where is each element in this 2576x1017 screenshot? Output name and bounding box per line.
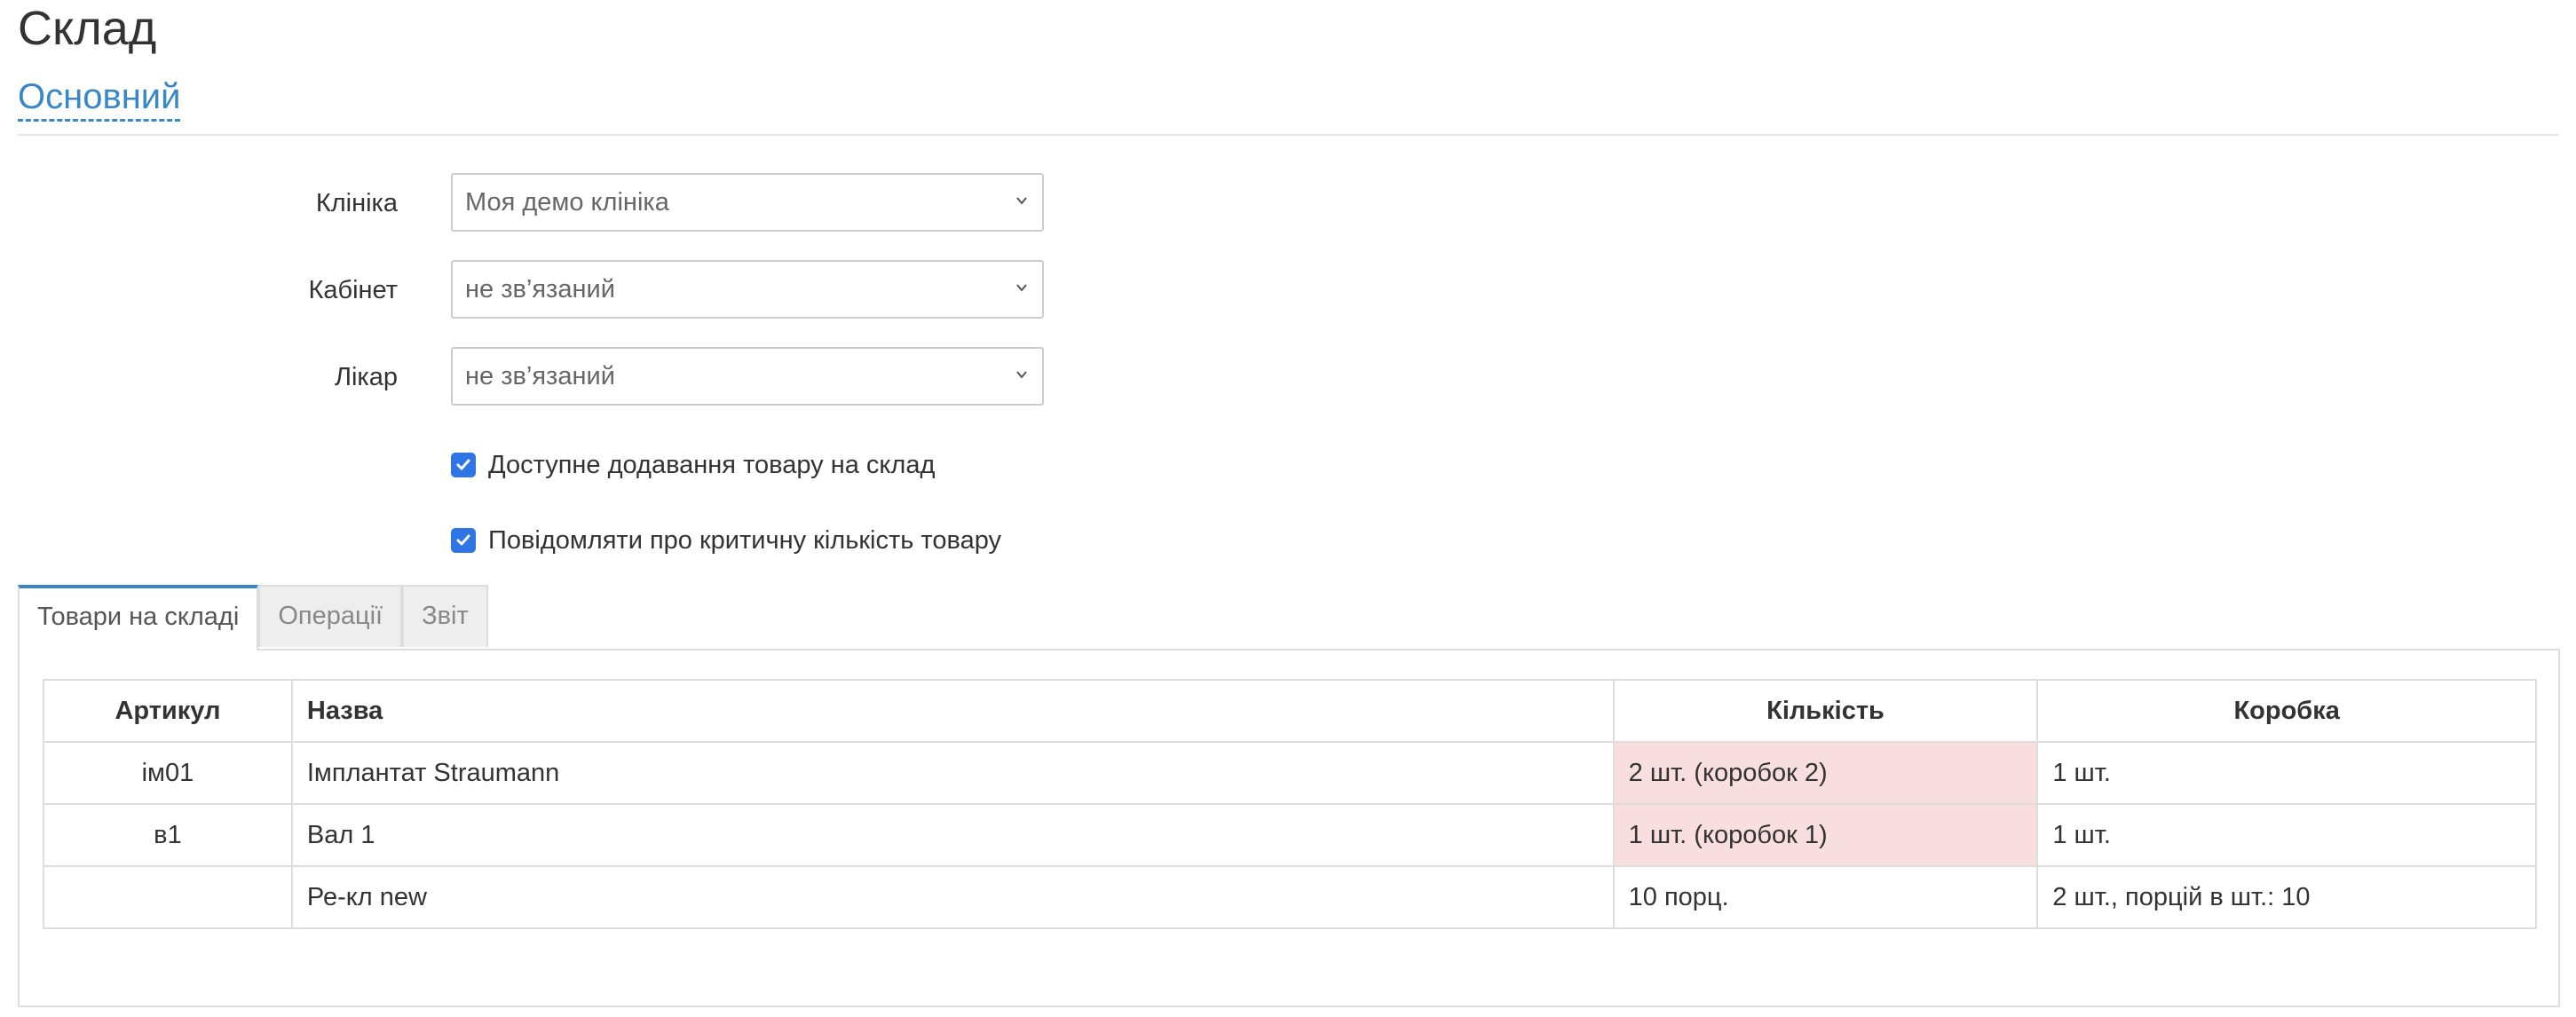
- tab-report[interactable]: Звіт: [402, 585, 488, 647]
- table-row[interactable]: Ре-кл new 10 порц. 2 шт., порцій в шт.: …: [43, 865, 2537, 929]
- notify-critical-checkbox-row[interactable]: Повідомляти про критичну кількість товар…: [451, 523, 1001, 558]
- table-row[interactable]: ім01 Імплантат Straumann 2 шт. (коробок …: [43, 741, 2537, 805]
- tab-goods-in-stock[interactable]: Товари на складі: [18, 585, 259, 650]
- tab-panel-goods: Артикул Назва Кількість Коробка ім01 Імп…: [18, 649, 2560, 1007]
- header-sku[interactable]: Артикул: [43, 679, 293, 743]
- header-qty[interactable]: Кількість: [1612, 679, 2039, 743]
- header-name[interactable]: Назва: [290, 679, 1615, 743]
- table-header-row: Артикул Назва Кількість Коробка: [43, 679, 2537, 743]
- warehouse-page: Склад Основний Клініка Моя демо клініка …: [0, 0, 2576, 1017]
- cabinet-select[interactable]: не зв’язаний: [451, 260, 1044, 319]
- cell-qty: 2 шт. (коробок 2): [1612, 741, 2039, 805]
- chevron-down-icon: [1016, 371, 1027, 379]
- cell-name: Ре-кл new: [290, 865, 1615, 929]
- clinic-label: Клініка: [315, 189, 398, 217]
- cell-box: 1 шт.: [2036, 741, 2537, 805]
- tab-bar: Товари на складі Операції Звіт: [18, 585, 488, 650]
- doctor-select-value: не зв’язаний: [465, 362, 615, 390]
- cell-name: Вал 1: [290, 803, 1615, 867]
- cell-box: 2 шт., порцій в шт.: 10: [2036, 865, 2537, 929]
- form-row-cabinet: Кабінет не зв’язаний: [0, 260, 1065, 320]
- header-box[interactable]: Коробка: [2036, 679, 2537, 743]
- doctor-label: Лікар: [334, 363, 398, 391]
- cell-name: Імплантат Straumann: [290, 741, 1615, 805]
- form-row-doctor: Лікар не зв’язаний: [0, 347, 1065, 407]
- allow-add-checkbox-row[interactable]: Доступне додавання товару на склад: [451, 447, 935, 483]
- table-row[interactable]: в1 Вал 1 1 шт. (коробок 1) 1 шт.: [43, 803, 2537, 867]
- notify-critical-label: Повідомляти про критичну кількість товар…: [488, 525, 1002, 555]
- inventory-table: Артикул Назва Кількість Коробка ім01 Імп…: [43, 679, 2537, 929]
- doctor-select[interactable]: не зв’язаний: [451, 347, 1044, 406]
- section-divider: [18, 134, 2558, 136]
- cell-sku: [43, 865, 293, 929]
- clinic-select-value: Моя демо клініка: [465, 188, 669, 217]
- chevron-down-icon: [1016, 197, 1027, 205]
- form-row-clinic: Клініка Моя демо клініка: [0, 173, 1065, 233]
- allow-add-checkbox[interactable]: [451, 453, 476, 477]
- notify-critical-checkbox[interactable]: [451, 528, 476, 553]
- section-link-main[interactable]: Основний: [18, 75, 181, 122]
- allow-add-label: Доступне додавання товару на склад: [488, 450, 936, 479]
- cell-sku: ім01: [43, 741, 293, 805]
- checkmark-icon: [456, 459, 470, 470]
- cell-qty: 1 шт. (коробок 1): [1612, 803, 2039, 867]
- cabinet-label: Кабінет: [308, 276, 398, 304]
- page-title: Склад: [18, 2, 157, 55]
- cell-qty: 10 порц.: [1612, 865, 2039, 929]
- cell-sku: в1: [43, 803, 293, 867]
- cell-box: 1 шт.: [2036, 803, 2537, 867]
- tab-operations[interactable]: Операції: [258, 585, 403, 647]
- clinic-select[interactable]: Моя демо клініка: [451, 173, 1044, 232]
- cabinet-select-value: не зв’язаний: [465, 275, 615, 304]
- checkmark-icon: [456, 534, 470, 546]
- chevron-down-icon: [1016, 284, 1027, 292]
